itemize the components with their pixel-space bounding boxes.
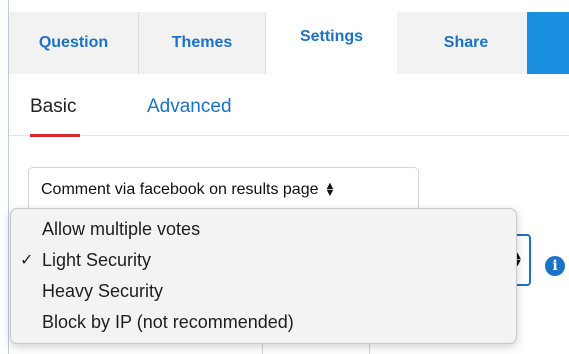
tab-question[interactable]: Question	[9, 12, 139, 74]
option-label: Heavy Security	[42, 281, 164, 301]
option-label: Light Security	[42, 250, 152, 270]
tab-settings[interactable]: Settings	[266, 12, 397, 74]
subtab-basic[interactable]: Basic	[30, 96, 76, 118]
tab-themes[interactable]: Themes	[139, 12, 266, 74]
tab-bar: Question Themes Settings Share	[9, 0, 569, 86]
checkmark-icon: ✓	[20, 252, 34, 269]
tab-accent-block[interactable]	[527, 12, 569, 74]
tab-question-label: Question	[38, 34, 109, 51]
subtab-active-underline	[30, 134, 80, 137]
option-light-security[interactable]: ✓ Light Security	[11, 245, 516, 276]
subtab-advanced[interactable]: Advanced	[147, 96, 232, 118]
comment-select-value: Comment via facebook on results page	[41, 180, 319, 198]
tab-share-label: Share	[443, 34, 489, 51]
option-block-by-ip[interactable]: Block by IP (not recommended)	[11, 307, 516, 338]
left-edge	[0, 0, 8, 354]
select-arrows-icon: ▲ ▼	[324, 179, 336, 199]
tab-share[interactable]: Share	[397, 12, 536, 74]
info-icon[interactable]: i	[545, 256, 565, 276]
tab-themes-label: Themes	[171, 34, 233, 51]
option-heavy-security[interactable]: Heavy Security	[11, 276, 516, 307]
option-label: Block by IP (not recommended)	[42, 312, 294, 332]
vote-security-dropdown: Allow multiple votes ✓ Light Security He…	[10, 208, 517, 344]
tab-settings-label: Settings	[299, 28, 364, 45]
subtab-bar: Basic Advanced	[9, 86, 569, 137]
option-allow-multiple-votes[interactable]: Allow multiple votes	[11, 214, 516, 245]
comment-select[interactable]: Comment via facebook on results page ▲ ▼	[28, 167, 419, 212]
option-label: Allow multiple votes	[42, 219, 201, 239]
